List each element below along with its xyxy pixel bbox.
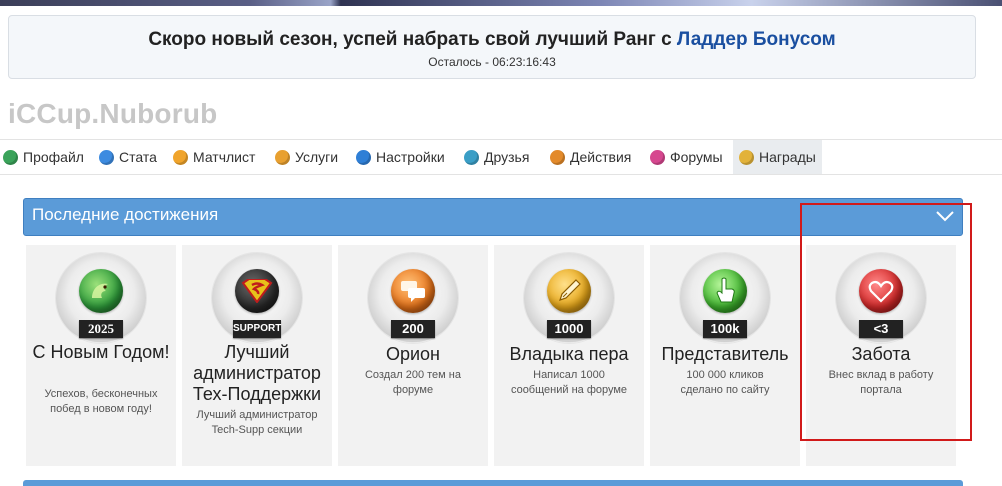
achievement-medal: 1000	[520, 250, 618, 348]
awards-icon	[739, 149, 754, 165]
season-notice-text: Скоро новый сезон, успей набрать свой лу…	[9, 29, 975, 51]
services-icon	[275, 149, 290, 165]
nav-tab-profile[interactable]: Профайл	[3, 140, 84, 174]
nav-tab-label: Форумы	[670, 149, 723, 165]
section-title: Последние достижения	[32, 205, 219, 224]
achievement-title: Орион	[385, 344, 441, 364]
achievement-card[interactable]: 2025 С Новым Годом! Успехов, бесконечных…	[26, 245, 176, 466]
notice-message: Скоро новый сезон, успей набрать свой лу…	[148, 29, 677, 50]
profile-icon	[3, 149, 18, 165]
settings-icon	[356, 149, 371, 165]
matchlist-icon	[173, 149, 188, 165]
achievement-card[interactable]: SUPPORT Лучший администратор Тех-Поддерж…	[182, 245, 332, 466]
achievement-medal: 100k	[676, 250, 774, 348]
nav-tab-stats[interactable]: Стата	[99, 140, 157, 174]
achievement-card[interactable]: 1000 Владыка пера Написал 1000 сообщений…	[494, 245, 644, 466]
achievement-description: Создал 200 тем на форуме	[364, 369, 461, 396]
highlight-box	[800, 203, 972, 441]
nav-tab-label: Действия	[570, 149, 632, 165]
nav-tab-forums[interactable]: Форумы	[650, 140, 723, 174]
forums-icon	[650, 149, 665, 165]
ladder-bonus-link[interactable]: Ладдер Бонусом	[677, 29, 836, 50]
achievement-title: С Новым Годом!	[32, 342, 170, 362]
achievement-description: Написал 1000 сообщений на форуме	[510, 369, 628, 396]
dragon-glyph	[79, 269, 123, 313]
achievement-title: Представитель	[661, 344, 789, 364]
nav-tab-label: Профайл	[23, 149, 84, 165]
nav-tab-label: Награды	[759, 149, 816, 165]
stats-icon	[99, 149, 114, 165]
nav-tab-label: Стата	[119, 149, 157, 165]
nav-tab-friends[interactable]: Друзья	[464, 140, 529, 174]
actions-icon	[550, 149, 565, 165]
nav-tab-label: Матчлист	[193, 149, 256, 165]
achievement-title: Лучший администратор Тех-Поддержки	[192, 342, 322, 404]
achievement-description: Успехов, бесконечных побед в новом году!	[44, 388, 158, 415]
achievement-badge: 1000	[547, 320, 591, 338]
achievement-description: Лучший администратор Tech-Supp секции	[196, 409, 318, 436]
season-notice: Скоро новый сезон, успей набрать свой лу…	[8, 15, 976, 79]
achievement-medal: 200	[364, 250, 462, 348]
achievement-card[interactable]: 100k Представитель 100 000 кликов сделан…	[650, 245, 800, 466]
top-banner	[0, 0, 1002, 6]
achievement-badge: 200	[391, 320, 435, 338]
achievement-card[interactable]: 200 Орион Создал 200 тем на форуме	[338, 245, 488, 466]
superman-glyph	[235, 269, 279, 313]
season-countdown: Осталось - 06:23:16:43	[428, 55, 556, 69]
profile-username: iCCup.Nuborub	[8, 98, 218, 129]
nav-tab-actions[interactable]: Действия	[550, 140, 631, 174]
achievement-medal: 2025	[52, 250, 150, 348]
friends-icon	[464, 149, 479, 165]
achievement-description: 100 000 кликов сделано по сайту	[680, 369, 770, 396]
nav-tab-label: Друзья	[484, 149, 530, 165]
nav-tab-label: Настройки	[376, 149, 445, 165]
achievement-medal: SUPPORT	[208, 250, 306, 348]
chat-glyph	[391, 269, 435, 313]
achievement-badge: SUPPORT	[233, 320, 281, 338]
nav-tab-matchlist[interactable]: Матчлист	[173, 140, 255, 174]
nav-tab-label: Услуги	[295, 149, 339, 165]
pen-glyph	[547, 269, 591, 313]
achievement-title: Владыка пера	[509, 344, 629, 364]
achievement-badge: 100k	[703, 320, 747, 338]
nav-tab-settings[interactable]: Настройки	[356, 140, 445, 174]
profile-nav: Профайл Стата Матчлист Услуги Настройки …	[0, 139, 1002, 175]
next-section-header[interactable]	[23, 480, 963, 486]
nav-tab-awards[interactable]: Награды	[733, 140, 822, 174]
achievement-badge: 2025	[79, 320, 123, 338]
pointer-glyph	[703, 269, 747, 313]
nav-tab-services[interactable]: Услуги	[275, 140, 338, 174]
